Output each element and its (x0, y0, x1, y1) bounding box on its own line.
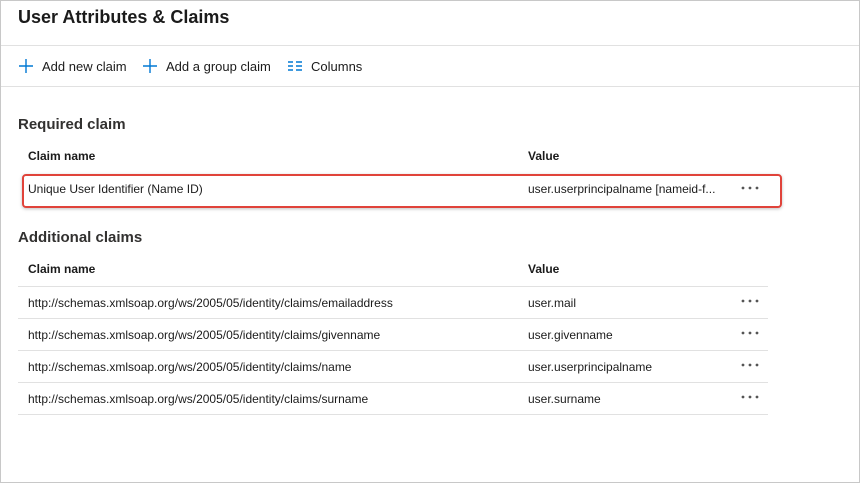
more-options-icon[interactable] (740, 294, 760, 308)
additional-claim-name-header: Claim name (28, 262, 96, 276)
columns-icon (287, 58, 303, 74)
add-new-claim-label: Add new claim (42, 58, 127, 74)
highlight-box (22, 174, 782, 208)
toolbar: Add new claim Add a group claim Columns (1, 45, 859, 87)
columns-button[interactable]: Columns (287, 46, 362, 86)
claim-name: http://schemas.xmlsoap.org/ws/2005/05/id… (28, 392, 369, 406)
required-claim-name-header: Claim name (28, 149, 96, 163)
additional-claims-title: Additional claims (18, 229, 143, 246)
more-options-icon[interactable] (740, 326, 760, 340)
claim-value: user.mail (528, 296, 577, 310)
claim-value: user.surname (528, 392, 601, 406)
claim-name: http://schemas.xmlsoap.org/ws/2005/05/id… (28, 360, 352, 374)
more-options-icon[interactable] (740, 358, 760, 372)
claim-value: user.givenname (528, 328, 613, 342)
additional-value-header: Value (528, 262, 560, 276)
divider (18, 414, 768, 415)
claims-panel: User Attributes & Claims Add new claim A… (0, 0, 860, 483)
required-value-header: Value (528, 149, 560, 163)
divider (18, 382, 768, 383)
plus-icon (18, 58, 34, 74)
required-claim-title: Required claim (18, 116, 126, 133)
add-group-claim-button[interactable]: Add a group claim (142, 46, 271, 86)
divider (18, 318, 768, 319)
claim-value: user.userprincipalname (528, 360, 653, 374)
add-new-claim-button[interactable]: Add new claim (18, 46, 127, 86)
claim-name: http://schemas.xmlsoap.org/ws/2005/05/id… (28, 328, 381, 342)
divider (18, 286, 768, 287)
page-title: User Attributes & Claims (18, 7, 230, 27)
columns-label: Columns (311, 58, 363, 74)
more-options-icon[interactable] (740, 390, 760, 404)
claim-name: http://schemas.xmlsoap.org/ws/2005/05/id… (28, 296, 393, 310)
plus-icon (142, 58, 158, 74)
divider (18, 350, 768, 351)
add-group-claim-label: Add a group claim (166, 58, 271, 74)
